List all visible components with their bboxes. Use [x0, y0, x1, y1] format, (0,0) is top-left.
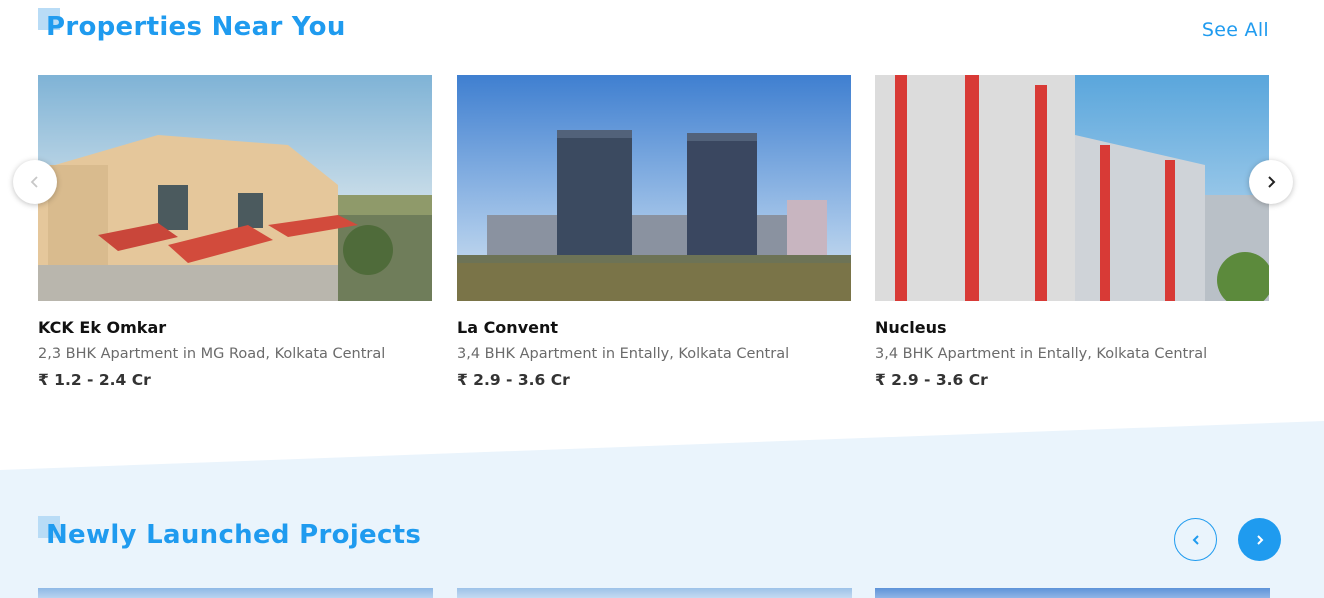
- carousel-next-button[interactable]: [1249, 160, 1293, 204]
- chevron-right-icon: [1256, 534, 1263, 545]
- project-card-preview: [875, 588, 1270, 598]
- project-card-preview: [457, 588, 852, 598]
- property-description: 2,3 BHK Apartment in MG Road, Kolkata Ce…: [38, 346, 386, 362]
- property-name[interactable]: La Convent: [457, 318, 851, 337]
- property-photo-la-convent: [457, 75, 851, 301]
- property-photo-kck-ek-omkar: [38, 75, 432, 301]
- property-card[interactable]: Nucleus 3,4 BHK Apartment in Entally, Ko…: [875, 75, 1269, 389]
- new-projects-prev-button[interactable]: [1174, 518, 1217, 561]
- property-card[interactable]: La Convent 3,4 BHK Apartment in Entally,…: [457, 75, 851, 389]
- new-projects-next-button[interactable]: [1238, 518, 1281, 561]
- property-card[interactable]: KCK Ek Omkar 2,3 BHK Apartment in MG Roa…: [38, 75, 432, 389]
- section-title-new-projects: Newly Launched Projects: [46, 520, 422, 550]
- property-description: 3,4 BHK Apartment in Entally, Kolkata Ce…: [457, 346, 790, 362]
- project-card-preview: [38, 588, 433, 598]
- carousel-prev-button[interactable]: [13, 160, 57, 204]
- property-price: ₹ 1.2 - 2.4 Cr: [38, 371, 151, 389]
- property-description: 3,4 BHK Apartment in Entally, Kolkata Ce…: [875, 346, 1208, 362]
- section-title-properties: Properties Near You: [46, 12, 346, 42]
- chevron-right-icon: [1268, 176, 1276, 188]
- property-price: ₹ 2.9 - 3.6 Cr: [875, 371, 988, 389]
- chevron-left-icon: [1192, 534, 1199, 545]
- property-price: ₹ 2.9 - 3.6 Cr: [457, 371, 570, 389]
- chevron-left-icon: [30, 176, 38, 188]
- see-all-link[interactable]: See All: [1202, 19, 1269, 41]
- property-photo-nucleus: [875, 75, 1269, 301]
- property-name[interactable]: Nucleus: [875, 318, 1269, 337]
- property-name[interactable]: KCK Ek Omkar: [38, 318, 432, 337]
